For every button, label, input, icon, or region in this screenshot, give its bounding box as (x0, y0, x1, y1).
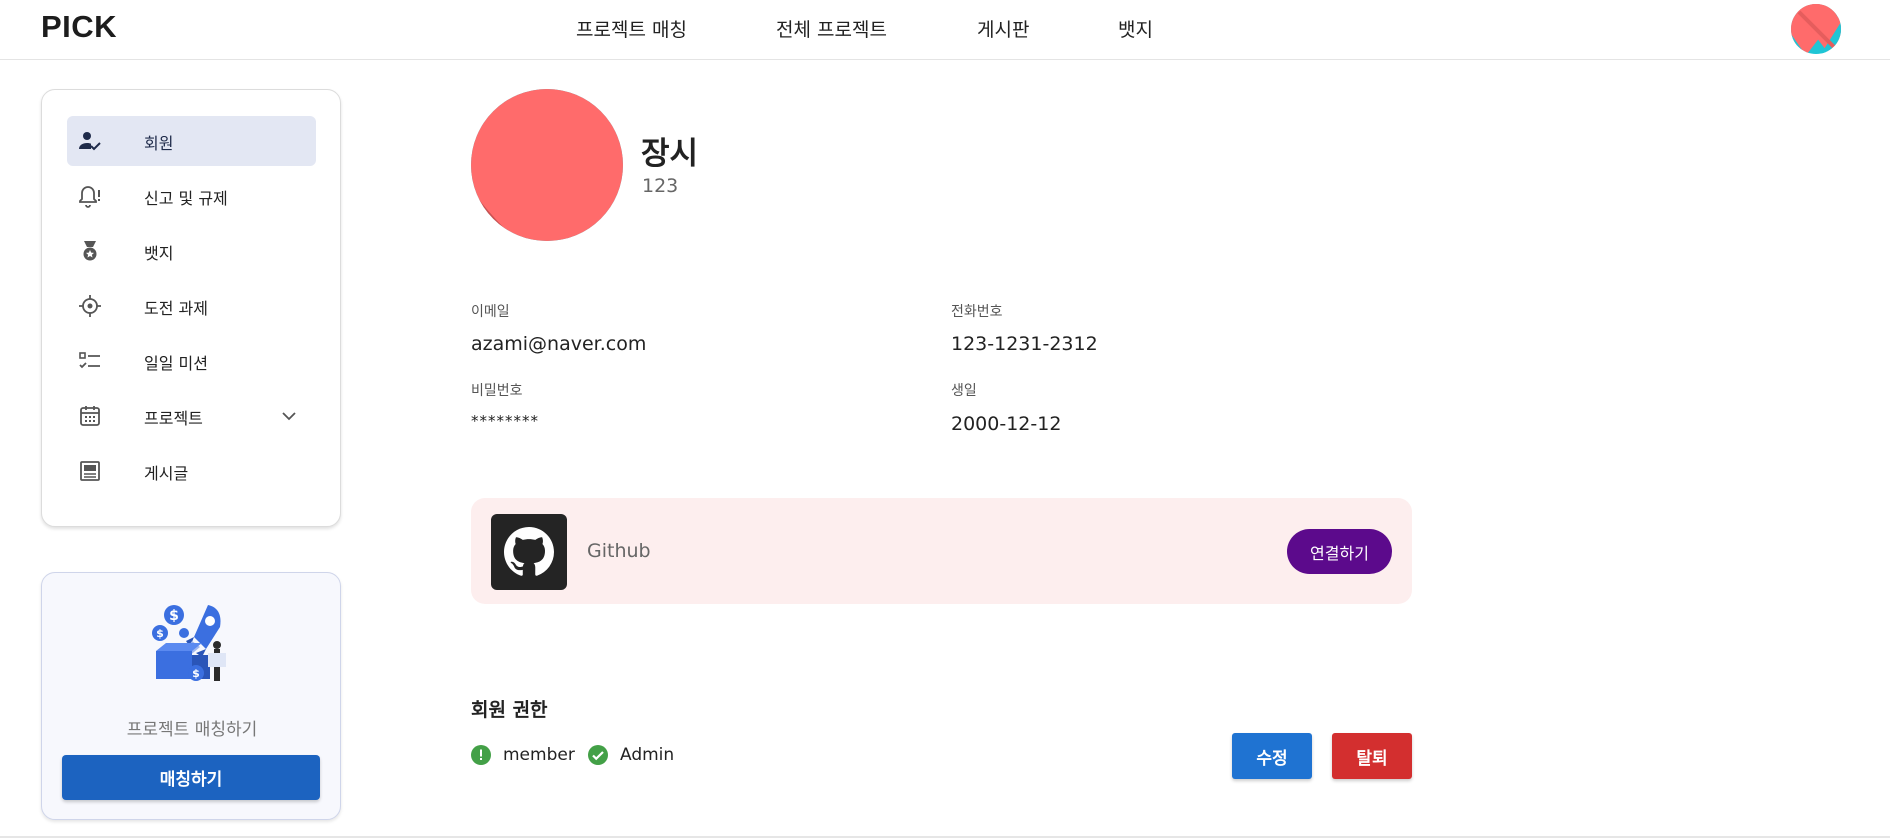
sidebar-item-daily-mission[interactable]: 일일 미션 (67, 336, 316, 386)
profile-id: 123 (642, 175, 679, 197)
svg-text:$: $ (169, 608, 179, 624)
sidebar-item-label: 뱃지 (144, 244, 174, 263)
sidebar-item-label: 도전 과제 (144, 299, 208, 318)
sidebar-item-reports[interactable]: 신고 및 규제 (67, 171, 316, 221)
calendar-icon (77, 403, 103, 429)
chevron-down-icon[interactable] (280, 407, 298, 425)
sidebar-item-posts[interactable]: 게시글 (67, 446, 316, 496)
edit-button[interactable]: 수정 (1232, 733, 1312, 779)
nav-all-projects[interactable]: 전체 프로젝트 (776, 15, 887, 42)
email-label: 이메일 (471, 304, 510, 320)
withdraw-button[interactable]: 탈퇴 (1332, 733, 1412, 779)
phone-value: 123-1231-2312 (951, 333, 1098, 355)
top-header: PICK 프로젝트 매칭 전체 프로젝트 게시판 뱃지 (0, 0, 1890, 60)
sidebar-menu: 회원 신고 및 규제 뱃지 도전 과제 일일 미션 프로젝트 게시글 (41, 89, 341, 527)
article-icon (77, 458, 103, 484)
medal-icon (77, 238, 103, 264)
sidebar-item-member[interactable]: 회원 (67, 116, 316, 166)
sidebar-item-label: 회원 (144, 134, 174, 153)
checklist-icon (77, 348, 103, 374)
matching-button[interactable]: 매칭하기 (62, 755, 320, 800)
phone-label: 전화번호 (951, 304, 1003, 320)
nav-badge[interactable]: 뱃지 (1118, 15, 1153, 42)
svg-text:$: $ (156, 627, 164, 640)
password-label: 비밀번호 (471, 383, 523, 399)
warning-circle-icon (471, 745, 491, 765)
password-value: ******** (471, 412, 539, 430)
github-icon (491, 514, 567, 590)
profile-avatar[interactable] (471, 89, 623, 241)
sidebar-item-label: 신고 및 규제 (144, 189, 228, 208)
sidebar-item-challenges[interactable]: 도전 과제 (67, 281, 316, 331)
svg-text:$: $ (192, 667, 200, 680)
nav-project-matching[interactable]: 프로젝트 매칭 (576, 15, 687, 42)
email-value: azami@naver.com (471, 333, 647, 355)
rocket-money-illustration: $ $ $ (148, 601, 238, 691)
nav-board[interactable]: 게시판 (977, 15, 1029, 42)
sidebar-item-label: 프로젝트 (144, 409, 203, 428)
crosshair-icon (77, 293, 103, 319)
bell-alert-icon (77, 183, 103, 209)
sidebar-item-badge[interactable]: 뱃지 (67, 226, 316, 276)
connect-button[interactable]: 연결하기 (1287, 529, 1392, 574)
role-label: member (503, 745, 575, 765)
github-label: Github (587, 540, 651, 562)
user-check-icon (77, 128, 103, 154)
promo-text: 프로젝트 매칭하기 (126, 720, 258, 740)
role-member[interactable]: member (471, 744, 575, 766)
birthday-label: 생일 (951, 383, 977, 399)
profile-name: 장시 (641, 136, 699, 172)
birthday-value: 2000-12-12 (951, 413, 1062, 435)
sidebar-item-label: 일일 미션 (144, 354, 208, 373)
role-section-title: 회원 권한 (471, 699, 548, 721)
logo[interactable]: PICK (41, 9, 117, 45)
sidebar-item-label: 게시글 (144, 464, 189, 483)
github-connect-card: Github 연결하기 (471, 498, 1412, 604)
user-avatar[interactable] (1791, 4, 1841, 54)
role-admin[interactable]: Admin (588, 744, 674, 766)
sidebar-item-project[interactable]: 프로젝트 (67, 391, 316, 441)
role-label: Admin (620, 745, 675, 765)
project-matching-promo: $ $ $ 프로젝트 매칭하기 매칭하기 (41, 572, 341, 820)
check-circle-icon (588, 745, 608, 765)
